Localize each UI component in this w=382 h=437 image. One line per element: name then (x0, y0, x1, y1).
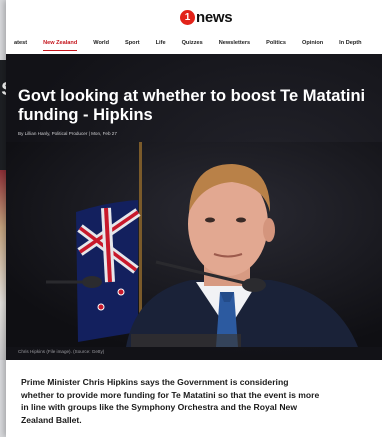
article-summary: Prime Minister Chris Hipkins says the Go… (21, 377, 320, 425)
nav-item-opinion[interactable]: Opinion (294, 33, 331, 54)
nav-item-politics[interactable]: Politics (258, 33, 294, 54)
masthead: 1 news (6, 0, 382, 33)
photo-caption: Chris Hipkins (File image). (Source: Get… (18, 349, 105, 354)
nav-item-in-depth[interactable]: In Depth (331, 33, 369, 54)
article-headline[interactable]: Govt looking at whether to boost Te Mata… (18, 87, 382, 125)
logo-text: news (196, 8, 233, 26)
article-hero: Govt looking at whether to boost Te Mata… (6, 54, 382, 360)
article-photo (6, 142, 382, 347)
main-nav: atest New Zealand World Sport Life Quizz… (6, 33, 382, 55)
news-article-card[interactable]: 1 news atest New Zealand World Sport Lif… (6, 0, 382, 437)
nav-item-newsletters[interactable]: Newsletters (211, 33, 258, 54)
nav-item-world[interactable]: World (85, 33, 117, 54)
logo-mark-icon: 1 (180, 9, 195, 25)
nav-item-life[interactable]: Life (148, 33, 174, 54)
site-logo[interactable]: 1 news (180, 8, 233, 26)
article-byline: By Lillian Hanly, Political Producer | M… (18, 131, 117, 136)
nav-item-sport[interactable]: Sport (117, 33, 148, 54)
nav-item-quizzes[interactable]: Quizzes (174, 33, 211, 54)
nav-item-latest[interactable]: atest (6, 33, 35, 54)
nav-item-new-zealand[interactable]: New Zealand (35, 33, 85, 54)
